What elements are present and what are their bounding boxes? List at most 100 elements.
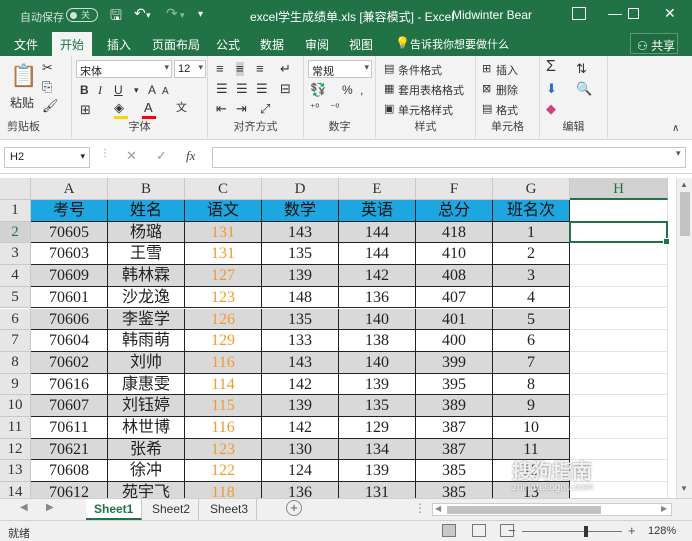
worksheet-grid[interactable]: A B C D E F G H 1 考号 姓名 语文 数学 英语 总分 班名次 2 70605 杨璐 131 143 14… — [0, 178, 676, 498]
table-cell[interactable]: 116 — [185, 417, 262, 439]
table-cell[interactable]: 395 — [416, 373, 493, 396]
table-cell[interactable] — [570, 395, 668, 417]
table-cell[interactable]: 114 — [185, 373, 262, 396]
table-cell[interactable]: 135 — [262, 308, 339, 331]
table-cell[interactable]: 13 — [493, 482, 570, 498]
table-cell[interactable]: 70606 — [31, 308, 108, 331]
table-cell[interactable] — [570, 438, 668, 461]
tab-home[interactable]: 开始 — [52, 32, 93, 56]
scroll-right-icon[interactable]: ▶ — [661, 504, 667, 513]
table-cell[interactable]: 124 — [262, 460, 339, 483]
tab-data[interactable]: 数据 — [260, 36, 284, 53]
cancel-icon[interactable]: ✕ — [126, 148, 137, 164]
column-header-e[interactable]: E — [339, 178, 416, 200]
phonetic-icon[interactable]: 文 — [176, 101, 187, 115]
prev-sheet-icon[interactable]: ◀ — [20, 502, 28, 513]
table-cell[interactable]: 4 — [493, 286, 570, 309]
table-cell[interactable]: 徐冲 — [108, 460, 185, 483]
table-cell[interactable] — [570, 221, 668, 244]
italic-button[interactable]: I — [98, 83, 102, 98]
scroll-left-icon[interactable]: ◀ — [435, 504, 441, 513]
save-icon[interactable]: 🖫 — [110, 5, 122, 29]
bold-button[interactable]: B — [80, 83, 89, 97]
customize-qat-icon[interactable]: ▾ — [198, 9, 203, 20]
share-button[interactable]: ⚇ 共享 — [630, 33, 678, 54]
table-cell[interactable]: 129 — [339, 417, 416, 439]
table-cell[interactable]: 苑宇飞 — [108, 482, 185, 498]
table-cell[interactable]: 148 — [262, 286, 339, 309]
font-shrink-icon[interactable]: A — [162, 85, 169, 99]
enter-icon[interactable]: ✓ — [156, 148, 167, 164]
cut-icon[interactable]: ✂ — [42, 61, 53, 75]
table-cell[interactable]: 韩林霖 — [108, 265, 185, 287]
table-cell[interactable]: 70603 — [31, 243, 108, 266]
formula-input[interactable] — [212, 147, 686, 168]
user-name[interactable]: Midwinter Bear — [452, 8, 532, 22]
table-cell[interactable]: 139 — [262, 265, 339, 287]
row-header[interactable]: 14 — [0, 482, 31, 498]
tab-view[interactable]: 视图 — [349, 36, 373, 53]
table-cell[interactable] — [570, 482, 668, 498]
tab-page-layout[interactable]: 页面布局 — [152, 36, 200, 53]
align-left-icon[interactable]: ☰ — [216, 82, 228, 96]
table-cell[interactable]: 70611 — [31, 417, 108, 439]
row-header[interactable]: 8 — [0, 351, 31, 374]
table-cell[interactable]: 70605 — [31, 221, 108, 244]
add-sheet-icon[interactable]: + — [286, 500, 302, 516]
table-cell[interactable]: 刘帅 — [108, 351, 185, 374]
header-cell[interactable]: 总分 — [416, 200, 493, 222]
table-cell[interactable]: 130 — [262, 438, 339, 461]
header-cell[interactable]: 英语 — [339, 200, 416, 222]
table-cell[interactable]: 387 — [416, 417, 493, 439]
cell-styles-button[interactable]: 单元格样式 — [398, 102, 453, 118]
conditional-format-button[interactable]: 条件格式 — [398, 62, 442, 78]
font-color-icon[interactable]: A — [144, 101, 153, 115]
column-header-b[interactable]: B — [108, 178, 185, 200]
accounting-format-icon[interactable]: 💱 — [310, 83, 326, 97]
row-header[interactable]: 10 — [0, 395, 31, 417]
ribbon-display-icon[interactable] — [572, 7, 586, 20]
name-box[interactable]: H2 — [4, 147, 90, 168]
table-cell[interactable]: 11 — [493, 438, 570, 461]
table-cell[interactable]: 140 — [339, 351, 416, 374]
decrease-indent-icon[interactable]: ⇤ — [216, 102, 227, 116]
table-cell[interactable]: 139 — [339, 373, 416, 396]
table-cell[interactable]: 144 — [339, 243, 416, 266]
table-cell[interactable]: 400 — [416, 330, 493, 352]
table-cell[interactable]: 张希 — [108, 438, 185, 461]
delete-cells-button[interactable]: 删除 — [496, 82, 518, 98]
table-cell[interactable] — [570, 200, 668, 222]
table-cell[interactable] — [570, 243, 668, 266]
redo-icon[interactable]: ↷ — [166, 5, 178, 22]
format-cells-button[interactable]: 格式 — [496, 102, 518, 118]
sheet-tab-sheet2[interactable]: Sheet2 — [144, 499, 200, 520]
find-select-icon[interactable]: 🔍 — [576, 82, 592, 96]
table-cell[interactable] — [570, 286, 668, 309]
table-cell[interactable]: 70616 — [31, 373, 108, 396]
tell-me-search[interactable]: 告诉我你想要做什么 — [410, 36, 509, 52]
table-cell[interactable]: 李鉴学 — [108, 308, 185, 331]
clear-icon[interactable]: ◆ — [546, 102, 556, 116]
header-cell[interactable]: 姓名 — [108, 200, 185, 222]
zoom-in-icon[interactable]: + — [628, 523, 636, 538]
align-bottom-icon[interactable]: ≡ — [256, 62, 264, 76]
header-cell[interactable]: 考号 — [31, 200, 108, 222]
table-cell[interactable]: 70612 — [31, 482, 108, 498]
table-cell[interactable]: 136 — [262, 482, 339, 498]
paste-icon[interactable]: 📋 — [10, 64, 37, 88]
row-header[interactable]: 1 — [0, 200, 31, 222]
table-cell[interactable]: 401 — [416, 308, 493, 331]
table-cell[interactable]: 142 — [262, 373, 339, 396]
table-cell[interactable] — [570, 308, 668, 331]
page-layout-view-icon[interactable] — [472, 524, 486, 537]
row-header[interactable]: 3 — [0, 243, 31, 266]
zoom-out-icon[interactable]: − — [508, 523, 516, 538]
table-cell[interactable] — [570, 460, 668, 483]
table-cell[interactable]: 407 — [416, 286, 493, 309]
row-header[interactable]: 4 — [0, 265, 31, 287]
autosave-toggle[interactable]: 关 — [66, 8, 98, 22]
sheet-tab-sheet3[interactable]: Sheet3 — [202, 499, 258, 520]
orientation-icon[interactable]: ⤢ — [260, 102, 270, 116]
align-center-icon[interactable]: ☰ — [236, 82, 248, 96]
table-cell[interactable]: 135 — [339, 395, 416, 417]
